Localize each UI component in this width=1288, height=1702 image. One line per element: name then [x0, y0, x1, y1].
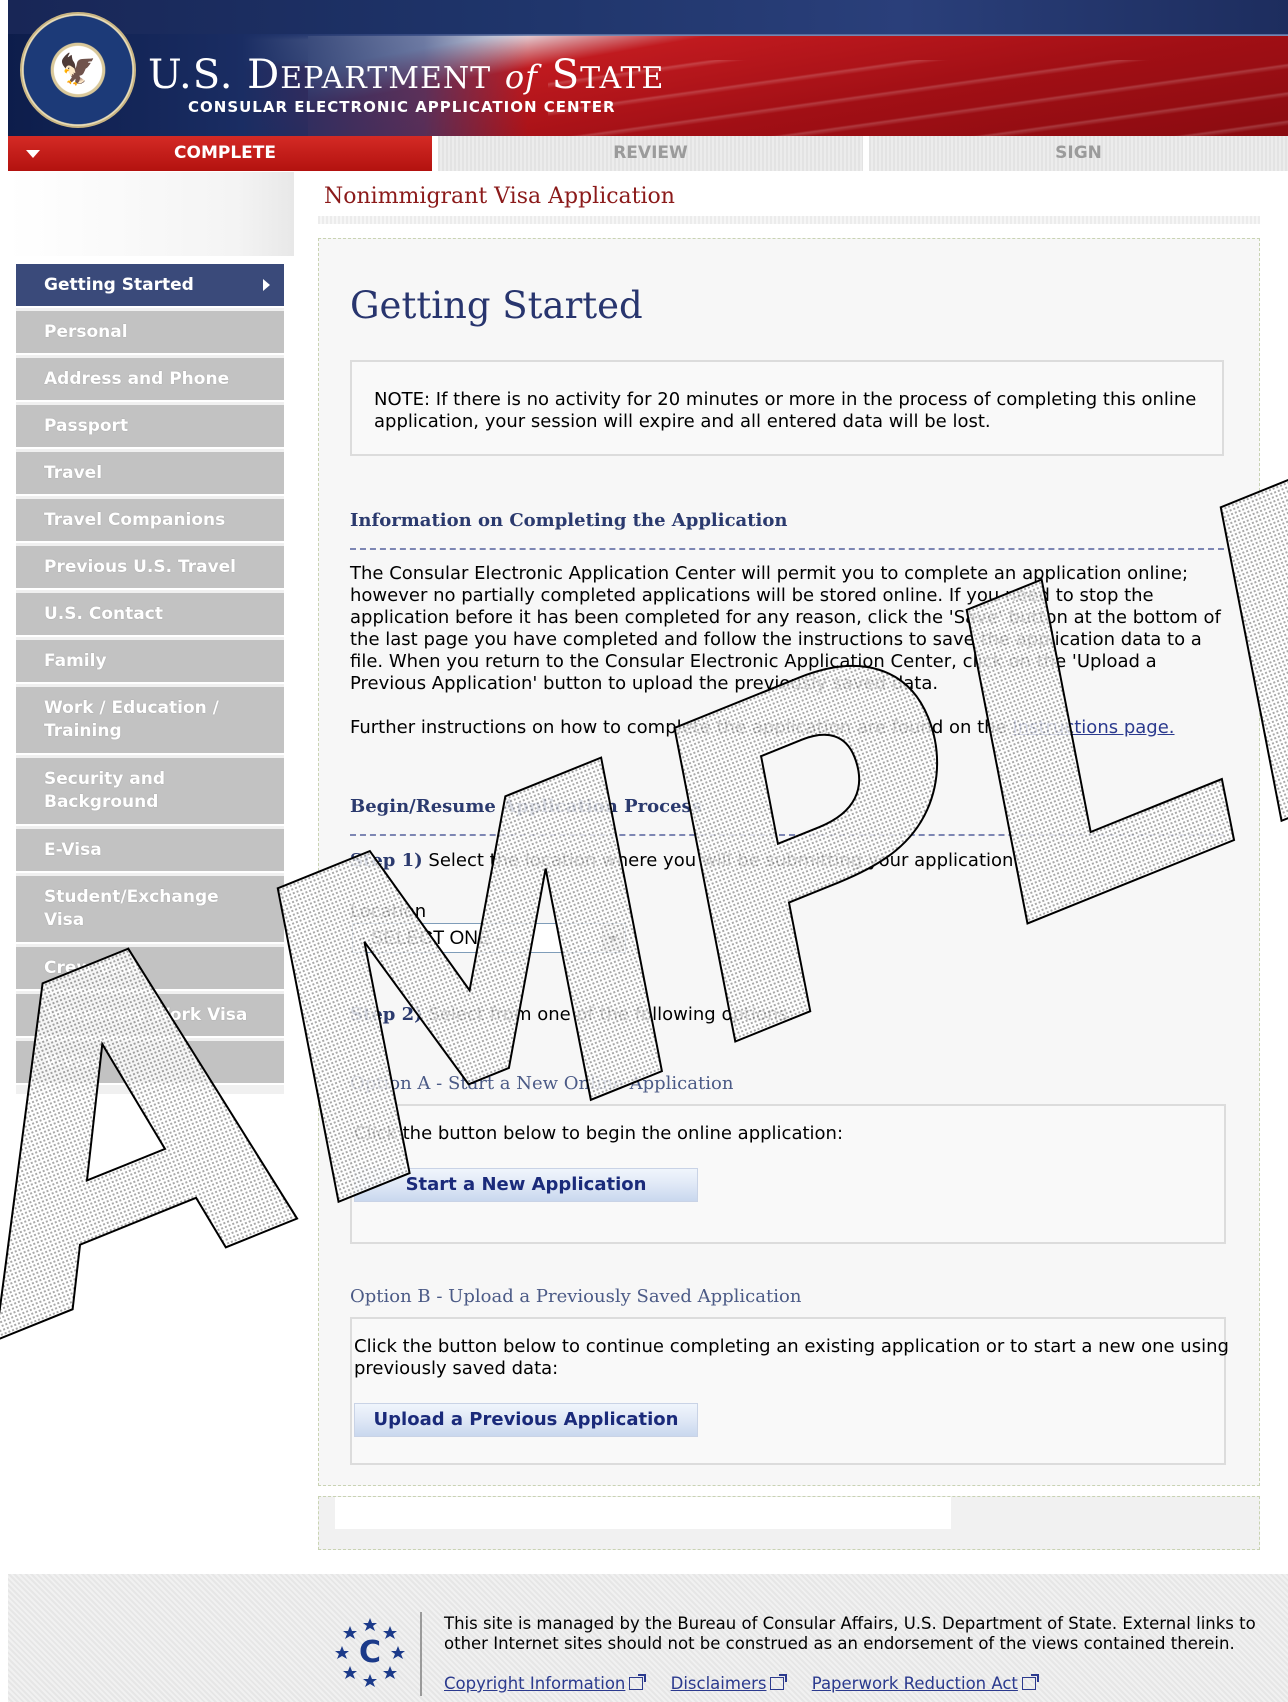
eagle-icon: 🦅 [59, 52, 97, 88]
site-title-part: U.S. D [148, 52, 281, 98]
site-title-of: of [504, 58, 539, 96]
step-2-text: Select from one of the following options… [422, 1004, 794, 1025]
sidebar-item-label: E-Visa [44, 839, 102, 860]
sidebar-item-us-contact[interactable]: U.S. Contact [16, 593, 284, 637]
sidebar: Getting Started Personal Address and Pho… [16, 264, 284, 1094]
site-title: U.S. DEPARTMENT of STATE [148, 52, 664, 98]
copyright-link[interactable]: Copyright Information [444, 1674, 625, 1693]
sidebar-item-student-exchange-visa[interactable]: Student/Exchange Visa [16, 876, 284, 944]
title-divider [318, 216, 1260, 224]
info-divider [350, 548, 1224, 550]
sidebar-item-label: Travel Companions [44, 509, 226, 530]
step-1-label: Step 1) [350, 850, 423, 871]
sidebar-item-travel[interactable]: Travel [16, 452, 284, 496]
sidebar-item-crew-visa[interactable]: Crew Visa [16, 947, 284, 991]
option-a-text: Click the button below to begin the onli… [354, 1123, 844, 1144]
sidebar-item-label: Passport [44, 415, 129, 436]
step-1: Step 1) Select the location where you wi… [350, 850, 1230, 872]
further-instructions: Further instructions on how to complete … [350, 717, 1230, 739]
consular-affairs-logo-icon: C [335, 1618, 405, 1687]
section-title: Getting Started [350, 284, 643, 327]
location-select[interactable]: - SELECT ONE - [352, 923, 626, 953]
tab-sign[interactable]: SIGN [869, 136, 1288, 171]
sidebar-item-security-and-background[interactable]: Security and Background [16, 758, 284, 826]
start-new-application-button[interactable]: Start a New Application [354, 1168, 698, 1202]
external-link-icon [629, 1674, 647, 1690]
begin-heading: Begin/Resume Application Process [350, 796, 702, 817]
sidebar-item-temporary-work-visa[interactable]: Temporary Work Visa [16, 994, 284, 1038]
info-text: The Consular Electronic Application Cent… [350, 563, 1221, 694]
location-select-value: - SELECT ONE - [359, 928, 503, 949]
sidebar-item-e-visa[interactable]: E-Visa [16, 829, 284, 873]
header-navy-band [8, 0, 1288, 34]
tab-complete[interactable]: COMPLETE [8, 136, 435, 171]
sidebar-item-address-and-phone[interactable]: Address and Phone [16, 358, 284, 402]
sidebar-item-passport[interactable]: Passport [16, 405, 284, 449]
further-instructions-text: Further instructions on how to complete … [350, 717, 1013, 738]
tab-review-label: REVIEW [613, 143, 688, 163]
tab-review[interactable]: REVIEW [438, 136, 866, 171]
sidebar-item-work-education-training[interactable]: Work / Education / Training [16, 687, 284, 755]
sidebar-item-v-visa[interactable]: V-Visa [16, 1041, 284, 1085]
sidebar-item-personal[interactable]: Personal [16, 311, 284, 355]
caret-down-icon [26, 150, 40, 158]
main-panel-footer [318, 1496, 1260, 1550]
top-tabs: COMPLETE REVIEW SIGN [8, 136, 1288, 171]
external-link-icon [770, 1674, 788, 1690]
sidebar-item-label: Work / Education / Training [44, 698, 219, 741]
option-a-heading: Option A - Start a New Online Applicatio… [350, 1073, 734, 1094]
sidebar-item-label: Crew Visa [44, 957, 139, 978]
sidebar-item-label: Family [44, 650, 107, 671]
sidebar-item-label: Previous U.S. Travel [44, 556, 237, 577]
sidebar-item-label: U.S. Contact [44, 603, 163, 624]
option-b-heading: Option B - Upload a Previously Saved App… [350, 1286, 802, 1307]
page-title: Nonimmigrant Visa Application [324, 184, 675, 209]
site-subtitle: CONSULAR ELECTRONIC APPLICATION CENTER [188, 98, 616, 116]
sidebar-item-label: V-Visa [44, 1051, 103, 1072]
chevron-down-icon[interactable] [602, 925, 624, 951]
sidebar-item-getting-started[interactable]: Getting Started [16, 264, 284, 308]
begin-divider [350, 834, 1224, 836]
site-title-part: EPARTMENT [280, 61, 492, 96]
footer-text: This site is managed by the Bureau of Co… [444, 1614, 1256, 1653]
sidebar-header-fade [8, 172, 294, 256]
option-b-text: Click the button below to continue compl… [354, 1336, 1229, 1379]
step-1-text: Select the location where you will be su… [422, 850, 1020, 871]
tab-complete-label: COMPLETE [174, 143, 276, 163]
location-label: Location [350, 901, 427, 922]
sidebar-item-label: Temporary Work Visa [44, 1004, 248, 1025]
upload-previous-application-button[interactable]: Upload a Previous Application [354, 1403, 698, 1437]
sidebar-item-previous-us-travel[interactable]: Previous U.S. Travel [16, 546, 284, 590]
panel-footer-blank [335, 1497, 951, 1529]
site-title-part: S [551, 52, 581, 98]
sidebar-item-label: Address and Phone [44, 368, 230, 389]
step-2-label: Step 2) [350, 1004, 423, 1025]
footer-divider [420, 1612, 422, 1696]
tab-sign-label: SIGN [1055, 143, 1102, 163]
sidebar-item-label: Travel [44, 462, 103, 483]
footer-links: Copyright Information Disclaimers Paperw… [444, 1674, 1039, 1693]
site-title-part: TATE [580, 61, 665, 96]
sidebar-item-label: Getting Started [44, 274, 194, 295]
external-link-icon [1021, 1674, 1039, 1690]
sidebar-item-label: Security and Background [44, 769, 166, 812]
svg-text:C: C [359, 1635, 381, 1670]
session-note: NOTE: If there is no activity for 20 min… [374, 389, 1197, 432]
department-seal-icon: 🦅 [20, 12, 136, 128]
sidebar-item-label: Student/Exchange Visa [44, 887, 219, 930]
instructions-link[interactable]: Instructions page. [1012, 717, 1174, 738]
paperwork-reduction-act-link[interactable]: Paperwork Reduction Act [812, 1674, 1018, 1693]
sidebar-item-family[interactable]: Family [16, 640, 284, 684]
chevron-right-icon [263, 279, 270, 291]
sidebar-item-label: Personal [44, 321, 128, 342]
info-heading: Information on Completing the Applicatio… [350, 510, 788, 531]
sidebar-item-travel-companions[interactable]: Travel Companions [16, 499, 284, 543]
step-2: Step 2) Select from one of the following… [350, 1004, 1230, 1026]
disclaimers-link[interactable]: Disclaimers [671, 1674, 767, 1693]
